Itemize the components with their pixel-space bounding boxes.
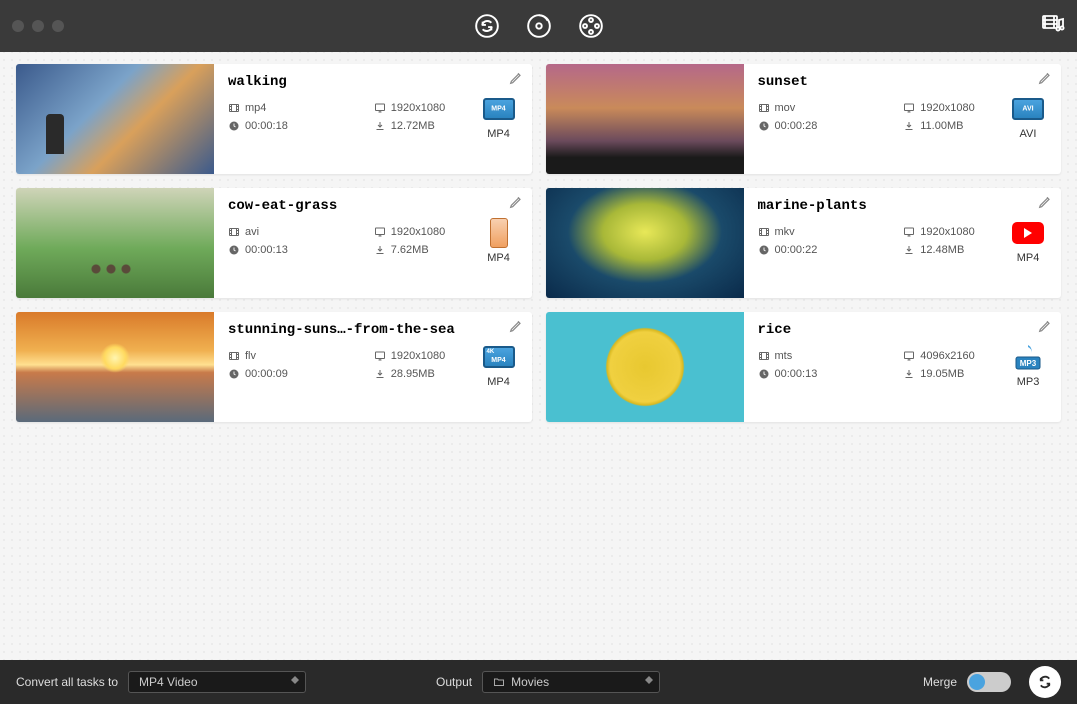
video-thumbnail bbox=[546, 64, 744, 174]
file-title: stunning-suns…-from-the-sea bbox=[228, 322, 520, 338]
file-card[interactable]: rice mts 4096x2160 00:00:13 19.05MB MP3 … bbox=[546, 312, 1062, 422]
output-format-label: MP4 bbox=[487, 252, 510, 264]
main-tabs bbox=[472, 11, 606, 41]
merge-toggle[interactable] bbox=[967, 672, 1011, 692]
video-thumbnail bbox=[16, 312, 214, 422]
file-title: rice bbox=[758, 322, 1050, 338]
format-icon bbox=[482, 342, 516, 372]
output-format-selector[interactable]: MP3 MP3 bbox=[1007, 342, 1049, 388]
edit-button[interactable] bbox=[1037, 318, 1053, 339]
source-format: mts bbox=[758, 350, 904, 362]
edit-button[interactable] bbox=[508, 70, 524, 91]
file-title: sunset bbox=[758, 74, 1050, 90]
tab-reel[interactable] bbox=[576, 11, 606, 41]
output-folder-select[interactable]: Movies bbox=[482, 671, 660, 693]
video-thumbnail bbox=[16, 188, 214, 298]
close-window[interactable] bbox=[12, 20, 24, 32]
video-thumbnail bbox=[16, 64, 214, 174]
file-title: walking bbox=[228, 74, 520, 90]
format-icon bbox=[1011, 218, 1045, 248]
source-format: mkv bbox=[758, 226, 904, 238]
merge-label: Merge bbox=[923, 675, 957, 689]
convert-format-select[interactable]: MP4 Video bbox=[128, 671, 306, 693]
video-thumbnail bbox=[546, 312, 744, 422]
output-format-label: MP3 bbox=[1017, 376, 1040, 388]
media-library-button[interactable] bbox=[1041, 12, 1065, 41]
output-format-label: MP4 bbox=[487, 376, 510, 388]
titlebar bbox=[0, 0, 1077, 52]
duration: 00:00:13 bbox=[228, 244, 374, 256]
file-card[interactable]: cow-eat-grass avi 1920x1080 00:00:13 7.6… bbox=[16, 188, 532, 298]
file-grid: walking mp4 1920x1080 00:00:18 12.72MB M… bbox=[0, 52, 1077, 434]
output-format-selector[interactable]: MP4 bbox=[478, 342, 520, 388]
duration: 00:00:13 bbox=[758, 368, 904, 380]
bottom-toolbar: Convert all tasks to MP4 Video Output Mo… bbox=[0, 660, 1077, 704]
edit-button[interactable] bbox=[508, 318, 524, 339]
source-format: flv bbox=[228, 350, 374, 362]
source-format: avi bbox=[228, 226, 374, 238]
file-title: marine-plants bbox=[758, 198, 1050, 214]
file-card[interactable]: walking mp4 1920x1080 00:00:18 12.72MB M… bbox=[16, 64, 532, 174]
convert-all-label: Convert all tasks to bbox=[16, 675, 118, 689]
format-icon bbox=[482, 94, 516, 124]
start-convert-button[interactable] bbox=[1029, 666, 1061, 698]
source-format: mp4 bbox=[228, 102, 374, 114]
duration: 00:00:28 bbox=[758, 120, 904, 132]
minimize-window[interactable] bbox=[32, 20, 44, 32]
format-icon bbox=[1011, 94, 1045, 124]
output-format-label: AVI bbox=[1020, 128, 1037, 140]
file-title: cow-eat-grass bbox=[228, 198, 520, 214]
svg-text:MP3: MP3 bbox=[1020, 359, 1037, 368]
output-format-label: MP4 bbox=[1017, 252, 1040, 264]
edit-button[interactable] bbox=[508, 194, 524, 215]
window-controls bbox=[12, 20, 64, 32]
format-icon bbox=[482, 218, 516, 248]
maximize-window[interactable] bbox=[52, 20, 64, 32]
output-label: Output bbox=[436, 675, 472, 689]
output-format-label: MP4 bbox=[487, 128, 510, 140]
format-icon: MP3 bbox=[1011, 342, 1045, 372]
source-format: mov bbox=[758, 102, 904, 114]
duration: 00:00:22 bbox=[758, 244, 904, 256]
tab-convert[interactable] bbox=[472, 11, 502, 41]
edit-button[interactable] bbox=[1037, 70, 1053, 91]
edit-button[interactable] bbox=[1037, 194, 1053, 215]
duration: 00:00:18 bbox=[228, 120, 374, 132]
output-format-selector[interactable]: MP4 bbox=[478, 218, 520, 264]
file-card[interactable]: sunset mov 1920x1080 00:00:28 11.00MB AV… bbox=[546, 64, 1062, 174]
output-format-selector[interactable]: MP4 bbox=[1007, 218, 1049, 264]
file-card[interactable]: stunning-suns…-from-the-sea flv 1920x108… bbox=[16, 312, 532, 422]
file-card[interactable]: marine-plants mkv 1920x1080 00:00:22 12.… bbox=[546, 188, 1062, 298]
output-format-selector[interactable]: AVI bbox=[1007, 94, 1049, 140]
tab-disc[interactable] bbox=[524, 11, 554, 41]
video-thumbnail bbox=[546, 188, 744, 298]
duration: 00:00:09 bbox=[228, 368, 374, 380]
output-format-selector[interactable]: MP4 bbox=[478, 94, 520, 140]
